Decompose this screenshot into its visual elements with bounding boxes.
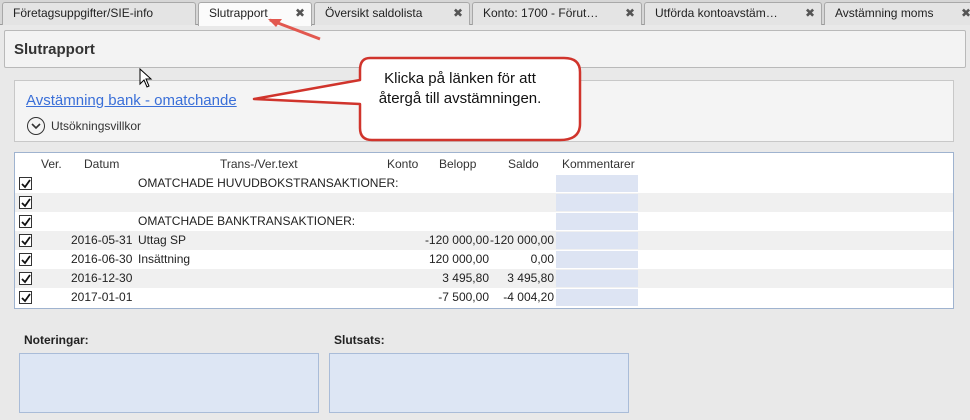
column-header-konto[interactable]: Konto — [387, 157, 418, 171]
row-checkbox[interactable] — [19, 234, 32, 247]
comment-cell[interactable] — [556, 270, 638, 287]
cell-text: Uttag SP — [138, 233, 187, 247]
reconciliation-link[interactable]: Avstämning bank - omatchande — [26, 92, 237, 109]
close-icon[interactable]: ✖ — [625, 3, 635, 24]
page-header: Slutrapport — [4, 30, 966, 68]
notes-label: Noteringar: — [24, 333, 89, 347]
table-row[interactable]: 2017-01-01 -7 500,00 -4 004,20 — [15, 288, 953, 307]
page-title: Slutrapport — [14, 41, 95, 58]
cell-belopp: 3 495,80 — [442, 271, 489, 285]
column-header-belopp[interactable]: Belopp — [439, 157, 476, 171]
table-row[interactable]: 2016-06-30 Insättning 120 000,00 0,00 — [15, 250, 953, 269]
tab-konto-1700[interactable]: Konto: 1700 - Förut… ✖ — [472, 2, 642, 25]
cell-text: OMATCHADE HUVUDBOKSTRANSAKTIONER: — [138, 176, 399, 190]
close-icon[interactable]: ✖ — [295, 3, 305, 24]
column-header-datum[interactable]: Datum — [84, 157, 119, 171]
cell-saldo: 0,00 — [530, 252, 554, 266]
comment-cell[interactable] — [556, 251, 638, 268]
cell-belopp: -120 000,00 — [424, 233, 489, 247]
table-row[interactable]: OMATCHADE HUVUDBOKSTRANSAKTIONER: — [15, 174, 953, 193]
comment-cell[interactable] — [556, 232, 638, 249]
tab-bar: Företagsuppgifter/SIE-info Slutrapport ✖… — [0, 0, 970, 26]
cell-saldo: -120 000,00 — [489, 233, 554, 247]
conclusion-label: Slutsats: — [334, 333, 385, 347]
cell-datum: 2016-12-30 — [71, 271, 133, 285]
cell-datum: 2017-01-01 — [71, 290, 133, 304]
row-checkbox[interactable] — [19, 177, 32, 190]
tab-oversikt-saldolista[interactable]: Översikt saldolista ✖ — [314, 2, 470, 25]
close-icon[interactable]: ✖ — [453, 3, 463, 24]
close-icon[interactable]: ✖ — [961, 3, 970, 24]
tab-foretagsuppgifter[interactable]: Företagsuppgifter/SIE-info — [2, 2, 196, 25]
comment-cell[interactable] — [556, 289, 638, 306]
cell-datum: 2016-05-31 — [71, 233, 133, 247]
column-header-ver[interactable]: Ver. — [41, 157, 62, 171]
row-checkbox[interactable] — [19, 272, 32, 285]
table-row[interactable]: OMATCHADE BANKTRANSAKTIONER: — [15, 212, 953, 231]
search-criteria-toggle[interactable]: Utsökningsvillkor — [27, 116, 141, 136]
cell-belopp: -7 500,00 — [438, 290, 489, 304]
row-checkbox[interactable] — [19, 215, 32, 228]
table-row[interactable]: 2016-05-31 Uttag SP -120 000,00 -120 000… — [15, 231, 953, 250]
comment-cell[interactable] — [556, 213, 638, 230]
tab-label: Utförda kontoavstäm… — [655, 6, 778, 20]
row-checkbox[interactable] — [19, 196, 32, 209]
mouse-pointer-icon — [139, 68, 153, 88]
row-checkbox[interactable] — [19, 291, 32, 304]
tab-label: Översikt saldolista — [325, 6, 423, 20]
tab-label: Avstämning moms — [835, 6, 934, 20]
cell-belopp: 120 000,00 — [428, 252, 489, 266]
comment-cell[interactable] — [556, 194, 638, 211]
column-header-kommentarer[interactable]: Kommentarer — [562, 157, 635, 171]
tab-label: Slutrapport — [209, 6, 268, 20]
cell-datum: 2016-06-30 — [71, 252, 133, 266]
tab-avstamning-moms[interactable]: Avstämning moms ✖ — [824, 2, 970, 25]
close-icon[interactable]: ✖ — [805, 3, 815, 24]
table-header: Ver. Datum Trans-/Ver.text Konto Belopp … — [15, 153, 953, 174]
column-header-saldo[interactable]: Saldo — [508, 157, 539, 171]
tab-slutrapport[interactable]: Slutrapport ✖ — [198, 2, 312, 26]
row-checkbox[interactable] — [19, 253, 32, 266]
chevron-down-icon — [27, 117, 45, 135]
tab-utforda-kontoavstamningar[interactable]: Utförda kontoavstäm… ✖ — [644, 2, 822, 25]
report-table: Ver. Datum Trans-/Ver.text Konto Belopp … — [14, 152, 954, 309]
column-header-text[interactable]: Trans-/Ver.text — [220, 157, 298, 171]
tab-label: Konto: 1700 - Förut… — [483, 6, 599, 20]
cell-saldo: -4 004,20 — [503, 290, 554, 304]
table-row[interactable] — [15, 193, 953, 212]
conclusion-field[interactable] — [329, 353, 629, 413]
search-criteria-label: Utsökningsvillkor — [51, 119, 142, 133]
cell-text: Insättning — [138, 252, 191, 266]
notes-field[interactable] — [19, 353, 319, 413]
cell-text: OMATCHADE BANKTRANSAKTIONER: — [138, 214, 356, 228]
tab-label: Företagsuppgifter/SIE-info — [13, 6, 154, 20]
table-row[interactable]: 2016-12-30 3 495,80 3 495,80 — [15, 269, 953, 288]
cell-saldo: 3 495,80 — [507, 271, 554, 285]
comment-cell[interactable] — [556, 175, 638, 192]
callout-text: Klicka på länken för att återgå till avs… — [378, 70, 542, 107]
